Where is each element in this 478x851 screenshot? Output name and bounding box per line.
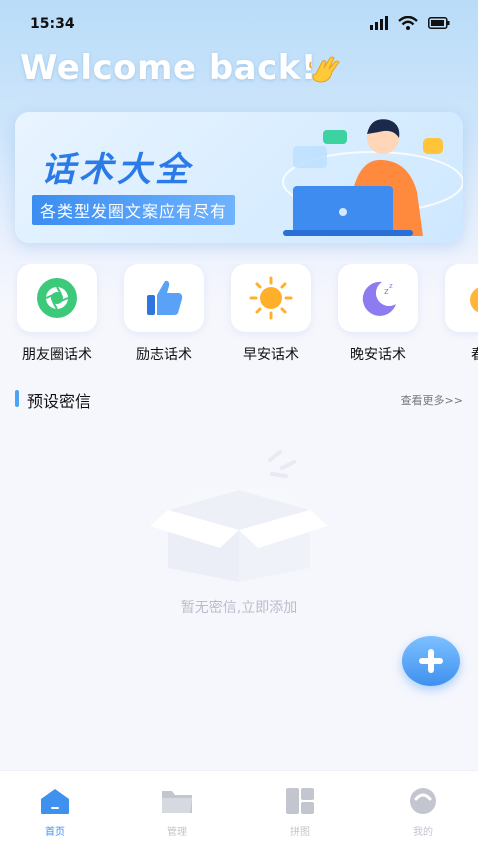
grid-layout-icon [286,788,314,814]
status-bar: 15:34 [0,0,478,48]
welcome-heading: Welcome back! [20,48,317,88]
lantern-icon [470,287,478,313]
section-accent-bar [15,390,19,407]
add-button[interactable] [402,636,460,686]
tab-home[interactable]: 首页 [15,787,95,838]
category-motivational[interactable]: 励志话术 [123,264,205,364]
battery-icon [428,17,450,29]
category-friends-circle[interactable]: 朋友圈话术 [16,264,98,364]
category-label: 晚安话术 [350,347,406,363]
tab-label: 首页 [45,827,65,838]
tab-label: 拼图 [290,827,310,838]
folder-icon [162,791,192,813]
profile-icon [410,788,436,814]
section-title: 预设密信 [27,392,92,411]
view-more-link[interactable]: 查看更多>> [401,392,463,408]
empty-state-message: 暂无密信,立即添加 [180,600,298,616]
waving-hand-icon [309,56,340,83]
preset-messages-section-header: 预设密信 查看更多>> [15,388,463,411]
tab-manage[interactable]: 管理 [137,787,217,838]
tab-puzzle[interactable]: 拼图 [260,787,340,838]
tab-label: 管理 [167,827,187,838]
tab-mine[interactable]: 我的 [383,787,463,838]
category-label: 早安话术 [243,347,299,363]
tab-label: 我的 [413,827,433,838]
bottom-tab-bar: 首页 管理 拼图 我的 [0,770,478,851]
category-row: 朋友圈话术 励志话术 早安话术 z z 晚安话术 [0,264,478,374]
status-time: 15:34 [30,16,75,32]
status-icons [370,16,450,30]
person-laptop-illustration [282,119,463,236]
home-icon [41,789,69,814]
plus-icon [419,649,443,673]
category-label: 励志话术 [136,347,192,363]
category-good-morning[interactable]: 早安话术 [230,264,312,364]
banner-title: 话术大全 [41,150,193,190]
moon-icon: z z [362,281,396,316]
category-label: 春节 [444,344,478,364]
banner-subtitle: 各类型发圈文案应有尽有 [32,195,236,225]
category-label: 朋友圈话术 [22,347,92,363]
sun-icon [249,276,293,320]
thumbs-up-icon [147,280,183,315]
signal-icon [370,16,388,30]
svg-text:z: z [389,282,393,290]
category-spring-festival[interactable]: 春节 [444,264,478,364]
aperture-icon [37,278,77,318]
promo-banner[interactable]: 话术大全 各类型发圈文案应有尽有 [15,112,463,243]
empty-box-illustration [150,450,328,582]
wifi-icon [398,16,418,30]
category-good-night[interactable]: z z 晚安话术 [337,264,419,364]
